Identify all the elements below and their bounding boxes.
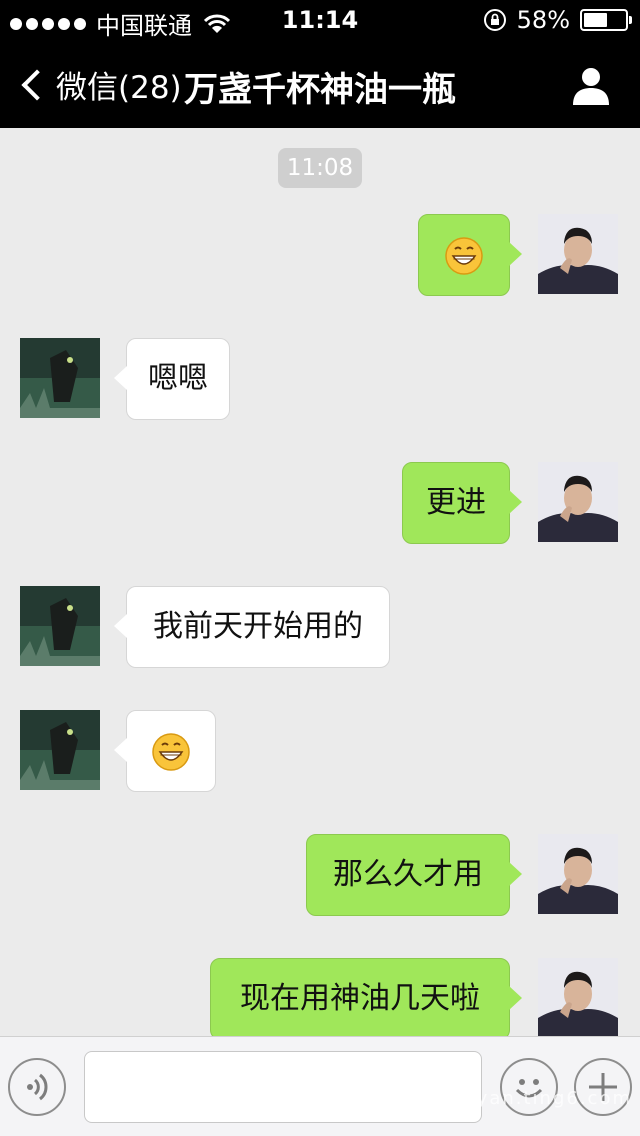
message-bubble-mine[interactable]: 现在用神油几天啦 xyxy=(210,958,522,1036)
message-bubble-theirs[interactable]: 嗯嗯 xyxy=(114,338,230,420)
my-avatar[interactable] xyxy=(538,834,618,914)
voice-icon xyxy=(27,1073,48,1101)
voice-button[interactable] xyxy=(8,1058,66,1116)
person-icon[interactable] xyxy=(570,64,612,106)
nav-bar: 微信(28) 万盏千杯神油一瓶 xyxy=(0,40,640,128)
message-input[interactable] xyxy=(84,1051,482,1123)
status-right-group: 58% xyxy=(483,6,632,34)
contact-avatar[interactable] xyxy=(20,710,100,790)
my-avatar[interactable] xyxy=(538,958,618,1036)
message-text: 我前天开始用的 xyxy=(153,609,363,644)
battery-icon xyxy=(580,9,632,31)
chat-area[interactable]: 11:08 嗯嗯 更进 我前天开始用的 那么久才用 现在用神油几天啦 xyxy=(0,128,640,1036)
message-text: 现在用神油几天啦 xyxy=(240,981,480,1016)
contact-avatar[interactable] xyxy=(20,586,100,666)
message-bubble-mine[interactable] xyxy=(418,214,522,296)
message-text: 更进 xyxy=(426,485,486,520)
timestamp: 11:08 xyxy=(278,148,362,188)
input-bar xyxy=(0,1036,640,1136)
battery-percent: 58% xyxy=(516,6,570,34)
grinning-face-emoji xyxy=(152,732,190,771)
message-text: 那么久才用 xyxy=(333,857,483,892)
status-bar: 中国联通 11:14 58% xyxy=(0,0,640,40)
message-bubble-theirs[interactable] xyxy=(114,710,216,792)
message-bubble-mine[interactable]: 更进 xyxy=(402,462,522,544)
message-text: 嗯嗯 xyxy=(148,361,208,396)
my-avatar[interactable] xyxy=(538,214,618,294)
message-bubble-mine[interactable]: 那么久才用 xyxy=(306,834,522,916)
back-label: 微信(28) xyxy=(56,70,182,106)
back-button[interactable]: 微信(28) xyxy=(18,62,182,107)
my-avatar[interactable] xyxy=(538,462,618,542)
contact-avatar[interactable] xyxy=(20,338,100,418)
message-bubble-theirs[interactable]: 我前天开始用的 xyxy=(114,586,390,668)
chevron-left-icon xyxy=(21,68,53,101)
battery-fill xyxy=(584,13,608,27)
watermark: jingyan.ting6.com xyxy=(435,1088,632,1109)
grinning-face-emoji xyxy=(445,236,483,275)
orientation-lock-icon xyxy=(483,9,506,31)
